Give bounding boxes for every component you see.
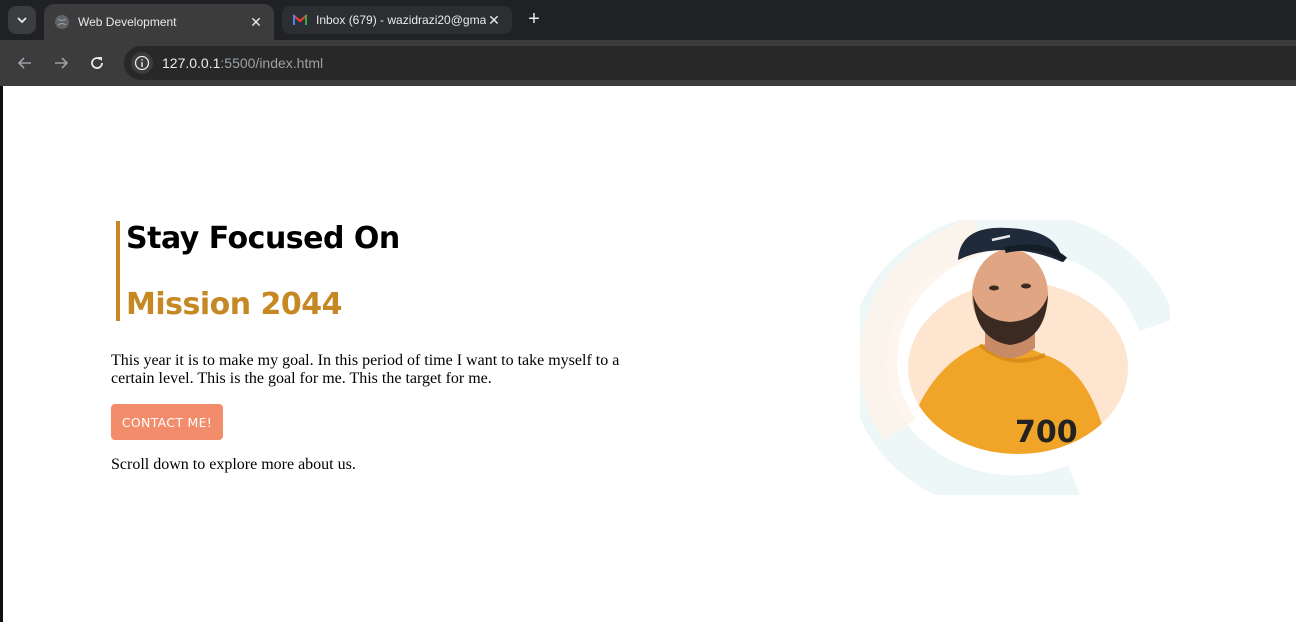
hero-heading: Stay Focused On Mission 2044 — [116, 221, 446, 322]
url-host: 127.0.0.1 — [162, 55, 221, 71]
tab-title: Inbox (679) - wazidrazi20@gma — [316, 13, 486, 27]
back-icon — [17, 57, 31, 69]
tab-search-button[interactable] — [8, 6, 36, 34]
new-tab-button[interactable]: + — [522, 8, 546, 32]
forward-icon — [55, 57, 69, 69]
url-text: 127.0.0.1:5500/index.html — [162, 55, 323, 71]
reload-icon — [91, 57, 103, 69]
tab-web-development[interactable]: Web Development ✕ — [44, 4, 274, 40]
intro-paragraph: This year it is to make my goal. In this… — [111, 352, 620, 387]
svg-text:700: 700 — [1015, 415, 1078, 450]
info-icon[interactable] — [131, 52, 153, 74]
back-button[interactable] — [13, 51, 37, 75]
forward-button[interactable] — [49, 51, 73, 75]
contact-button[interactable]: CONTACT ME! — [111, 404, 223, 440]
gmail-icon — [292, 12, 308, 28]
globe-icon — [54, 14, 70, 30]
url-path: :5500/index.html — [220, 55, 324, 71]
scroll-hint: Scroll down to explore more about us. — [111, 456, 356, 473]
heading-line-1: Stay Focused On — [126, 221, 400, 256]
close-tab-icon[interactable]: ✕ — [486, 12, 502, 28]
address-bar[interactable]: 127.0.0.1:5500/index.html — [124, 46, 1296, 80]
close-tab-icon[interactable]: ✕ — [248, 14, 264, 30]
portrait-image: 700 — [848, 211, 1176, 514]
tab-title: Web Development — [78, 15, 177, 29]
reload-button[interactable] — [85, 51, 109, 75]
tab-inbox[interactable]: Inbox (679) - wazidrazi20@gma ✕ — [282, 6, 512, 34]
heading-line-2: Mission 2044 — [126, 287, 343, 322]
tab-strip: Web Development ✕ Inbox (679) - wazidraz… — [0, 0, 1296, 40]
chevron-down-icon — [17, 17, 27, 24]
window-edge — [0, 86, 3, 622]
browser-toolbar: 127.0.0.1:5500/index.html — [0, 40, 1296, 86]
